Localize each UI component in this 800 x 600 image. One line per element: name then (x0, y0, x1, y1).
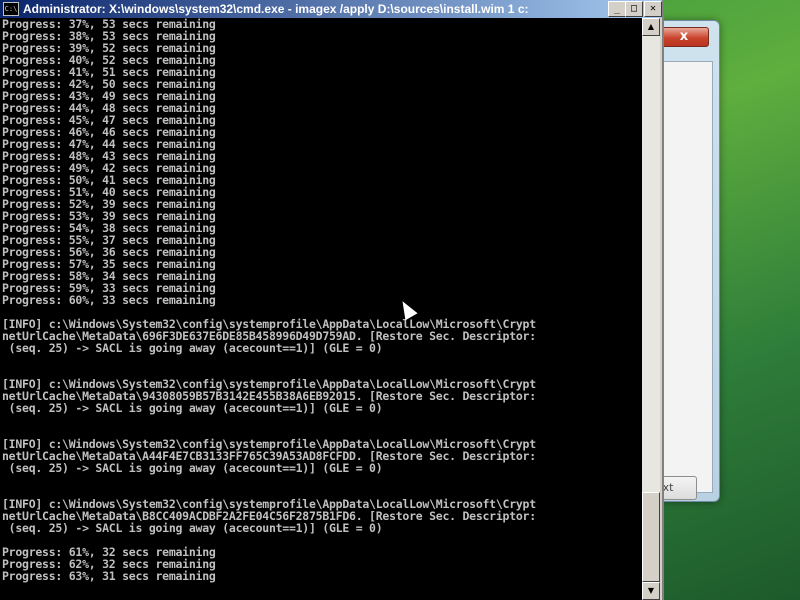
dialog-close-button[interactable]: x (659, 27, 709, 47)
title-bar[interactable]: C:\ Administrator: X:\windows\system32\c… (0, 0, 662, 18)
console-line: (seq. 25) -> SACL is going away (acecoun… (2, 521, 383, 535)
minimize-button[interactable]: _ (608, 1, 626, 17)
scroll-down-arrow-icon[interactable]: ▼ (642, 582, 660, 600)
console-window: C:\ Administrator: X:\windows\system32\c… (0, 0, 664, 600)
close-button[interactable]: ✕ (644, 1, 662, 17)
vertical-scrollbar[interactable]: ▲ ▼ (642, 18, 660, 600)
scroll-up-arrow-icon[interactable]: ▲ (642, 18, 660, 36)
window-title: Administrator: X:\windows\system32\cmd.e… (23, 2, 529, 16)
console-output[interactable]: Progress: 37%, 53 secs remaining Progress… (0, 18, 642, 600)
cmd-icon[interactable]: C:\ (3, 2, 19, 16)
console-line: Progress: 63%, 31 secs remaining (2, 569, 216, 583)
console-line: (seq. 25) -> SACL is going away (acecoun… (2, 461, 383, 475)
console-line: (seq. 25) -> SACL is going away (acecoun… (2, 401, 383, 415)
console-line: (seq. 25) -> SACL is going away (acecoun… (2, 341, 383, 355)
maximize-button[interactable]: □ (625, 1, 643, 17)
scroll-thumb[interactable] (642, 492, 660, 582)
console-line: Progress: 60%, 33 secs remaining (2, 293, 216, 307)
